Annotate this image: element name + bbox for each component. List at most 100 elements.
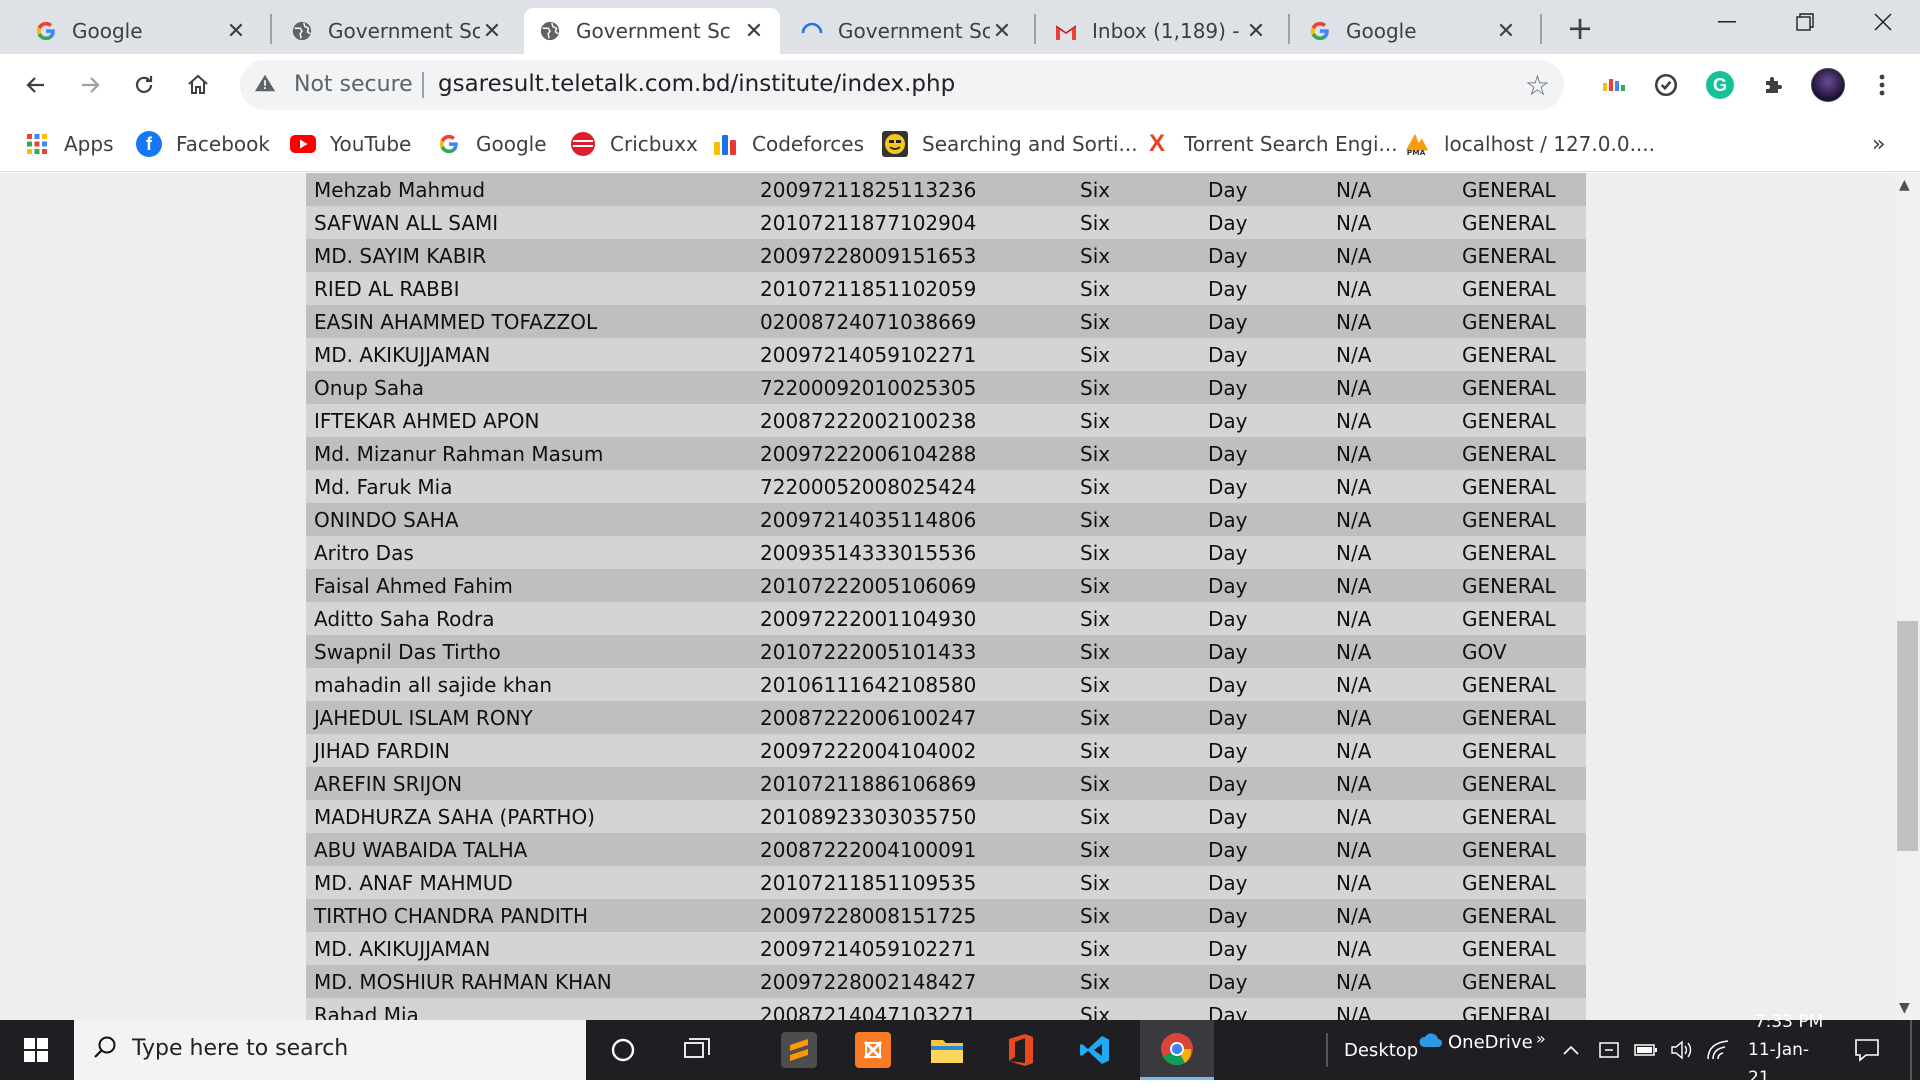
row-quota-cell: N/A [1336, 409, 1372, 433]
clock[interactable]: 7:33 PM 11-Jan-21 [1748, 1012, 1830, 1088]
bookmark-label: Searching and Sorti... [922, 132, 1138, 156]
tab-title: Google [1346, 19, 1417, 43]
browser-toolbar: Not secure gsaresult.teletalk.com.bd/ins… [0, 54, 1920, 116]
row-id-cell: 20087214047103271 [760, 1003, 977, 1020]
row-quota-cell: N/A [1336, 277, 1372, 301]
volume-icon[interactable] [1670, 1020, 1694, 1080]
tab-government-active[interactable]: Government Sc ✕ [524, 8, 780, 54]
x-logo-icon: X [1148, 130, 1165, 157]
tray-overflow-chevron-icon[interactable]: » [1536, 1008, 1546, 1068]
globe-icon [290, 19, 314, 43]
row-category-cell: GENERAL [1462, 706, 1556, 730]
bookmark-star-icon[interactable]: ☆ [1525, 69, 1550, 102]
bookmark-youtube[interactable]: YouTube [290, 126, 411, 162]
row-category-cell: GOV [1462, 640, 1507, 664]
home-icon[interactable] [178, 65, 218, 105]
grammarly-icon[interactable]: G [1700, 65, 1740, 105]
windows-start-button[interactable] [0, 1020, 72, 1080]
tab-google-2[interactable]: Google ✕ [1294, 8, 1532, 54]
extension-sync-icon[interactable] [1646, 65, 1686, 105]
network-tray-icon[interactable] [1598, 1020, 1622, 1080]
scroll-down-arrow-icon[interactable]: ▼ [1899, 1000, 1910, 1016]
row-name-cell: JIHAD FARDIN [314, 739, 450, 763]
row-quota-cell: N/A [1336, 640, 1372, 664]
close-icon[interactable]: ✕ [990, 19, 1014, 44]
row-shift-cell: Day [1208, 673, 1248, 697]
wifi-icon[interactable] [1706, 1020, 1730, 1080]
bookmark-apps[interactable]: Apps [24, 126, 114, 162]
codeforces-icon [712, 131, 738, 157]
row-category-cell: GENERAL [1462, 937, 1556, 961]
forward-arrow-icon[interactable] [70, 65, 110, 105]
bookmark-codeforces[interactable]: Codeforces [712, 126, 864, 162]
search-placeholder: Type here to search [132, 1036, 349, 1061]
row-shift-cell: Day [1208, 178, 1248, 202]
row-id-cell: 20107222005101433 [760, 640, 977, 664]
close-window-button[interactable] [1844, 0, 1920, 44]
google-g-icon [34, 19, 58, 43]
profile-avatar[interactable] [1808, 65, 1848, 105]
bookmark-cricbuxx[interactable]: Cricbuxx [570, 126, 698, 162]
office-icon[interactable] [984, 1020, 1058, 1080]
show-desktop-button[interactable] [1910, 1020, 1912, 1080]
row-id-cell: 20097228009151653 [760, 244, 977, 268]
row-name-cell: Md. Mizanur Rahman Masum [314, 442, 604, 466]
row-quota-cell: N/A [1336, 739, 1372, 763]
row-class-cell: Six [1080, 937, 1111, 961]
row-id-cell: 20107211851109535 [760, 871, 977, 895]
url-text[interactable]: gsaresult.teletalk.com.bd/institute/inde… [438, 71, 955, 97]
task-view-icon[interactable] [660, 1020, 734, 1080]
extension-colorful-icon[interactable] [1594, 65, 1634, 105]
tab-divider [1288, 14, 1290, 44]
table-row: Faisal Ahmed Fahim 20107222005106069 Six Da… [306, 569, 1586, 602]
bookmarks-overflow-chevron-icon[interactable]: » [1872, 126, 1885, 162]
row-id-cell: 20097228008151725 [760, 904, 977, 928]
close-icon[interactable]: ✕ [1244, 19, 1268, 44]
minimize-button[interactable] [1688, 0, 1766, 44]
row-class-cell: Six [1080, 376, 1111, 400]
close-icon[interactable]: ✕ [224, 19, 248, 44]
cortana-icon[interactable] [586, 1020, 660, 1080]
show-hidden-icons-chevron-icon[interactable] [1562, 1020, 1580, 1080]
tab-google-1[interactable]: Google ✕ [20, 8, 262, 54]
close-icon[interactable]: ✕ [480, 19, 504, 44]
menu-kebab-icon[interactable] [1862, 65, 1902, 105]
extensions-puzzle-icon[interactable] [1754, 65, 1794, 105]
xampp-icon[interactable] [836, 1020, 910, 1080]
address-bar[interactable]: Not secure gsaresult.teletalk.com.bd/ins… [240, 60, 1564, 110]
file-explorer-icon[interactable] [910, 1020, 984, 1080]
bookmark-localhost[interactable]: PMA localhost / 127.0.0.... [1404, 126, 1655, 162]
restore-button[interactable] [1766, 0, 1844, 44]
bookmark-google[interactable]: Google [436, 126, 547, 162]
scroll-up-arrow-icon[interactable]: ▲ [1899, 177, 1910, 193]
vertical-scrollbar[interactable]: ▲ ▼ [1895, 173, 1920, 1020]
close-icon[interactable]: ✕ [742, 19, 766, 44]
reload-icon[interactable] [124, 65, 164, 105]
bookmark-facebook[interactable]: f Facebook [136, 126, 270, 162]
onedrive-cloud-icon [1418, 1032, 1444, 1053]
scrollbar-thumb[interactable] [1897, 621, 1918, 851]
bookmark-searching-sorting[interactable]: Searching and Sorti... [882, 126, 1138, 162]
close-icon[interactable]: ✕ [1494, 19, 1518, 44]
tab-inbox[interactable]: Inbox (1,189) - a ✕ [1040, 8, 1282, 54]
tab-government-loading[interactable]: Government Sc ✕ [786, 8, 1028, 54]
back-arrow-icon[interactable] [16, 65, 56, 105]
row-category-cell: GENERAL [1462, 772, 1556, 796]
tab-divider [270, 14, 272, 44]
tab-government-1[interactable]: Government Sch ✕ [276, 8, 518, 54]
row-shift-cell: Day [1208, 343, 1248, 367]
battery-icon[interactable] [1634, 1020, 1658, 1080]
action-center-icon[interactable] [1854, 1020, 1880, 1080]
row-quota-cell: N/A [1336, 937, 1372, 961]
onedrive-item[interactable]: OneDrive [1418, 1012, 1533, 1072]
desktop-toolbar-label[interactable]: Desktop [1344, 1020, 1418, 1080]
taskbar-search-box[interactable]: Type here to search [74, 1020, 586, 1080]
warning-triangle-icon[interactable] [254, 72, 276, 100]
vscode-icon[interactable] [1058, 1020, 1132, 1080]
chrome-taskbar-icon[interactable] [1140, 1020, 1214, 1080]
row-quota-cell: N/A [1336, 541, 1372, 565]
security-status-label[interactable]: Not secure [294, 72, 413, 97]
bookmark-torrent-search[interactable]: X Torrent Search Engi... [1144, 126, 1398, 162]
new-tab-button[interactable]: + [1560, 8, 1600, 48]
sublime-text-icon[interactable] [762, 1020, 836, 1080]
